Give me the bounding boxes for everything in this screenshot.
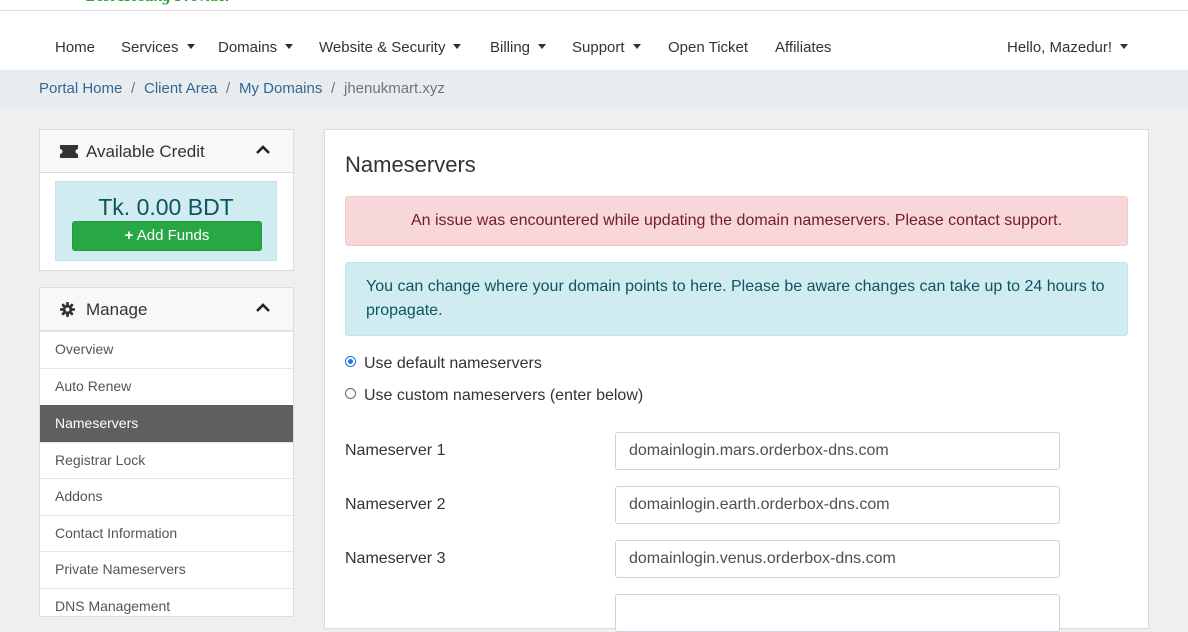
radio-unchecked[interactable] bbox=[345, 388, 356, 400]
brand-tagline: Best Hosting Provider bbox=[86, 0, 232, 6]
nav-affiliates[interactable]: Affiliates bbox=[775, 39, 831, 56]
chevron-up-icon[interactable] bbox=[255, 144, 271, 156]
nav-website-security[interactable]: Website & Security bbox=[319, 39, 462, 56]
gear-icon bbox=[60, 302, 75, 317]
breadcrumb-client-area[interactable]: Client Area bbox=[144, 80, 217, 97]
nav-open-ticket[interactable]: Open Ticket bbox=[668, 39, 748, 56]
manage-item-dns-management[interactable]: DNS Management bbox=[40, 588, 293, 625]
manage-item-addons[interactable]: Addons bbox=[40, 478, 293, 515]
credit-panel: Available Credit Tk. 0.00 BDT + Add Fund… bbox=[39, 129, 294, 271]
caret-down-icon bbox=[538, 43, 547, 49]
breadcrumb-separator: / bbox=[226, 80, 231, 97]
header-strip: Best Hosting Provider bbox=[0, 0, 1188, 11]
main-navbar: Home Services Domains Website & Security… bbox=[0, 11, 1188, 70]
nav-user-menu[interactable]: Hello, Mazedur! bbox=[1007, 39, 1129, 56]
manage-item-auto-renew[interactable]: Auto Renew bbox=[40, 368, 293, 405]
nameserver-2-label: Nameserver 2 bbox=[345, 496, 446, 513]
credit-panel-header[interactable]: Available Credit bbox=[40, 130, 293, 173]
caret-down-icon bbox=[453, 43, 462, 49]
nav-billing[interactable]: Billing bbox=[490, 39, 547, 56]
nameservers-card: Nameservers An issue was encountered whi… bbox=[324, 129, 1149, 632]
nav-home[interactable]: Home bbox=[55, 39, 95, 56]
manage-panel-title: Manage bbox=[86, 300, 148, 319]
credit-amount: Tk. 0.00 BDT bbox=[98, 194, 234, 220]
nameserver-1-input[interactable] bbox=[615, 432, 1060, 470]
breadcrumb-separator: / bbox=[331, 80, 336, 97]
breadcrumb-current-domain: jhenukmart.xyz bbox=[344, 80, 445, 97]
caret-down-icon bbox=[186, 43, 195, 49]
manage-panel: Manage Overview Auto Renew Nameservers R… bbox=[39, 287, 294, 617]
breadcrumb-portal-home[interactable]: Portal Home bbox=[39, 80, 122, 97]
chevron-up-icon[interactable] bbox=[255, 302, 271, 314]
info-alert: You can change where your domain points … bbox=[345, 262, 1128, 336]
nav-support[interactable]: Support bbox=[572, 39, 641, 56]
nav-domains[interactable]: Domains bbox=[218, 39, 294, 56]
radio-default-nameservers[interactable]: Use default nameservers bbox=[345, 355, 542, 373]
nameserver-3-label: Nameserver 3 bbox=[345, 550, 446, 567]
add-funds-button[interactable]: + Add Funds bbox=[72, 221, 262, 251]
manage-item-overview[interactable]: Overview bbox=[40, 331, 293, 368]
caret-down-icon bbox=[632, 43, 641, 49]
radio-custom-nameservers[interactable]: Use custom nameservers (enter below) bbox=[345, 387, 643, 405]
nav-services[interactable]: Services bbox=[121, 39, 195, 56]
breadcrumb-my-domains[interactable]: My Domains bbox=[239, 80, 322, 97]
nameserver-4-input[interactable] bbox=[615, 594, 1060, 632]
breadcrumb-separator: / bbox=[131, 80, 136, 97]
plus-icon: + bbox=[124, 227, 134, 244]
ticket-icon bbox=[60, 145, 78, 158]
credit-panel-title: Available Credit bbox=[86, 142, 205, 161]
manage-panel-header[interactable]: Manage bbox=[40, 288, 293, 331]
breadcrumb: Portal Home / Client Area / My Domains /… bbox=[0, 70, 1188, 108]
radio-checked[interactable] bbox=[345, 356, 356, 368]
manage-item-contact-information[interactable]: Contact Information bbox=[40, 515, 293, 552]
credit-balance-box: Tk. 0.00 BDT + Add Funds bbox=[55, 181, 277, 261]
manage-item-nameservers[interactable]: Nameservers bbox=[40, 405, 293, 442]
caret-down-icon bbox=[1120, 43, 1129, 49]
nameserver-3-input[interactable] bbox=[615, 540, 1060, 578]
caret-down-icon bbox=[285, 43, 294, 49]
nameserver-2-input[interactable] bbox=[615, 486, 1060, 524]
manage-item-registrar-lock[interactable]: Registrar Lock bbox=[40, 442, 293, 479]
nameserver-1-label: Nameserver 1 bbox=[345, 442, 446, 459]
manage-item-private-nameservers[interactable]: Private Nameservers bbox=[40, 551, 293, 588]
page-title: Nameservers bbox=[345, 152, 476, 177]
error-alert: An issue was encountered while updating … bbox=[345, 196, 1128, 246]
